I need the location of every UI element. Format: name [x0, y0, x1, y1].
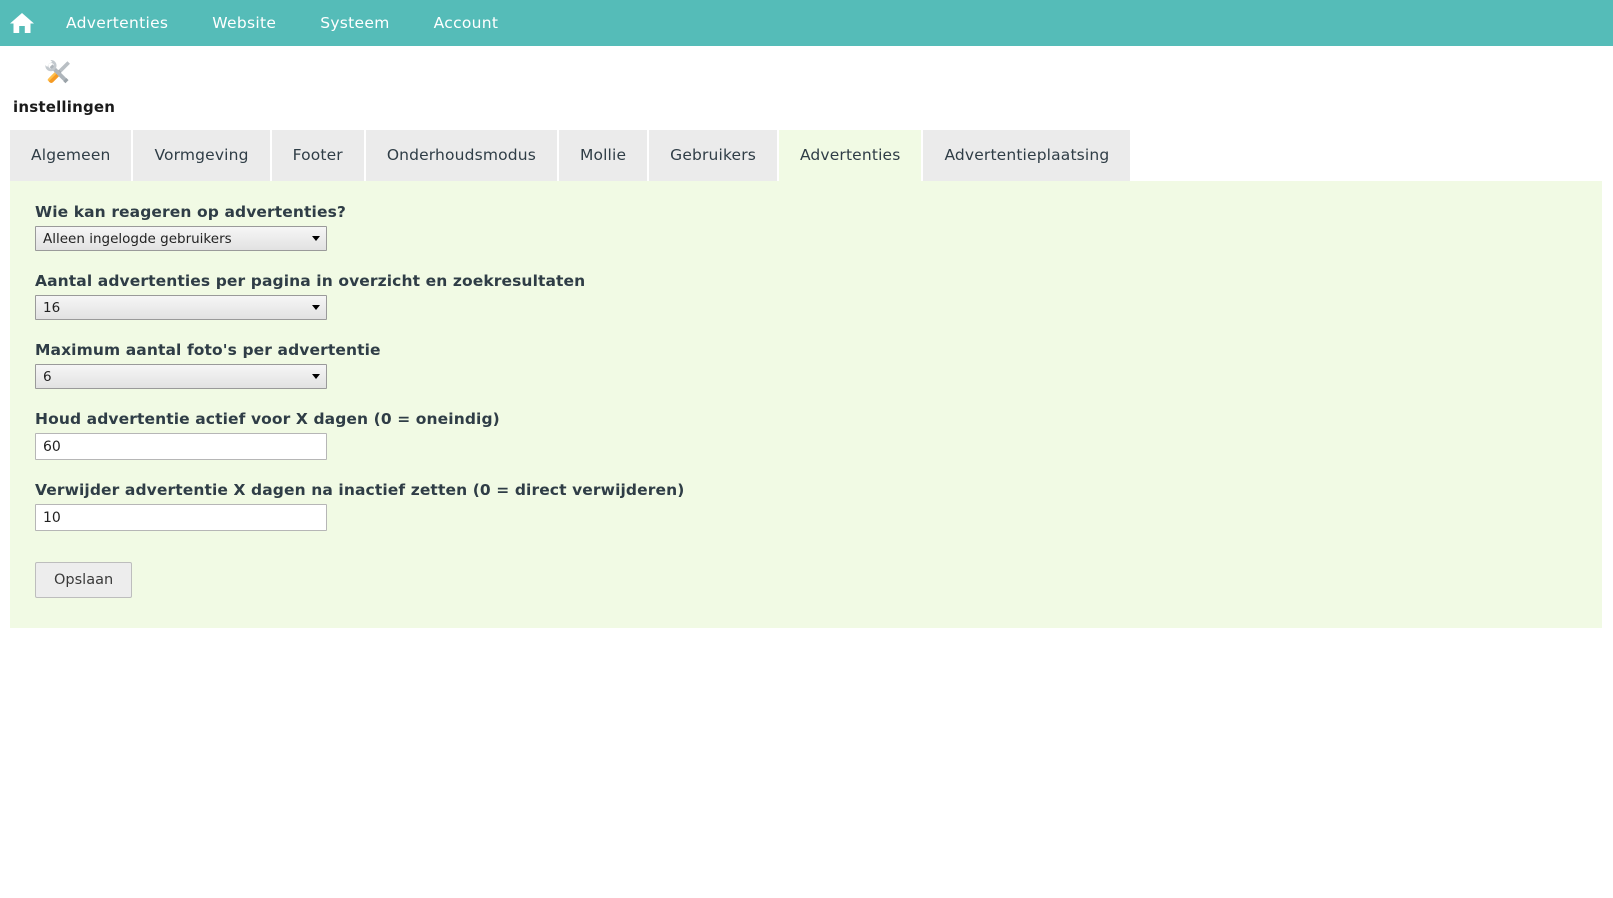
field-label: Houd advertentie actief voor X dagen (0 … — [35, 410, 500, 428]
home-icon-glyph — [10, 13, 34, 33]
max-fotos-select[interactable]: 6 — [35, 364, 327, 389]
per-pagina-select[interactable]: 16 — [35, 295, 327, 320]
field-verwijder-dagen: Verwijder advertentie X dagen na inactie… — [35, 477, 1602, 531]
tools-icon-glyph — [44, 58, 70, 84]
tab-mollie[interactable]: Mollie — [558, 130, 648, 181]
field-label: Maximum aantal foto's per advertentie — [35, 341, 381, 359]
reageren-select[interactable]: Alleen ingelogde gebruikers — [35, 226, 327, 251]
select-wrapper: 6 — [35, 364, 327, 389]
nav-link-account[interactable]: Account — [412, 0, 521, 46]
save-button[interactable]: Opslaan — [35, 562, 133, 598]
home-icon[interactable] — [0, 0, 44, 46]
page-title: instellingen — [13, 98, 116, 116]
tab-onderhoudsmodus[interactable]: Onderhoudsmodus — [365, 130, 557, 181]
nav-link-advertenties[interactable]: Advertenties — [44, 0, 190, 46]
submit-row: Opslaan — [35, 562, 1602, 598]
settings-tabs: Algemeen Vormgeving Footer Onderhoudsmod… — [0, 129, 1613, 181]
field-advertenties-per-pagina: Aantal advertenties per pagina in overzi… — [35, 268, 1602, 320]
nav-link-systeem[interactable]: Systeem — [298, 0, 411, 46]
settings-panel: Wie kan reageren op advertenties? Alleen… — [10, 181, 1602, 628]
tab-advertentieplaatsing[interactable]: Advertentieplaatsing — [923, 130, 1131, 181]
tab-vormgeving[interactable]: Vormgeving — [133, 130, 270, 181]
actief-dagen-input[interactable] — [35, 433, 327, 460]
field-label: Wie kan reageren op advertenties? — [35, 203, 346, 221]
field-label: Aantal advertenties per pagina in overzi… — [35, 272, 586, 290]
tools-icon — [38, 54, 1613, 96]
field-label: Verwijder advertentie X dagen na inactie… — [35, 481, 685, 499]
tab-gebruikers[interactable]: Gebruikers — [649, 130, 777, 181]
field-wie-kan-reageren: Wie kan reageren op advertenties? Alleen… — [35, 199, 1602, 251]
nav-link-website[interactable]: Website — [190, 0, 298, 46]
field-actief-dagen: Houd advertentie actief voor X dagen (0 … — [35, 406, 1602, 460]
tab-advertenties[interactable]: Advertenties — [778, 130, 922, 181]
page-header: instellingen — [0, 46, 1613, 129]
field-max-fotos: Maximum aantal foto's per advertentie 6 — [35, 337, 1602, 389]
tab-footer[interactable]: Footer — [271, 130, 364, 181]
select-wrapper: Alleen ingelogde gebruikers — [35, 226, 327, 251]
verwijder-dagen-input[interactable] — [35, 504, 327, 531]
tab-algemeen[interactable]: Algemeen — [10, 130, 132, 181]
select-wrapper: 16 — [35, 295, 327, 320]
top-navbar: Advertenties Website Systeem Account — [0, 0, 1613, 46]
